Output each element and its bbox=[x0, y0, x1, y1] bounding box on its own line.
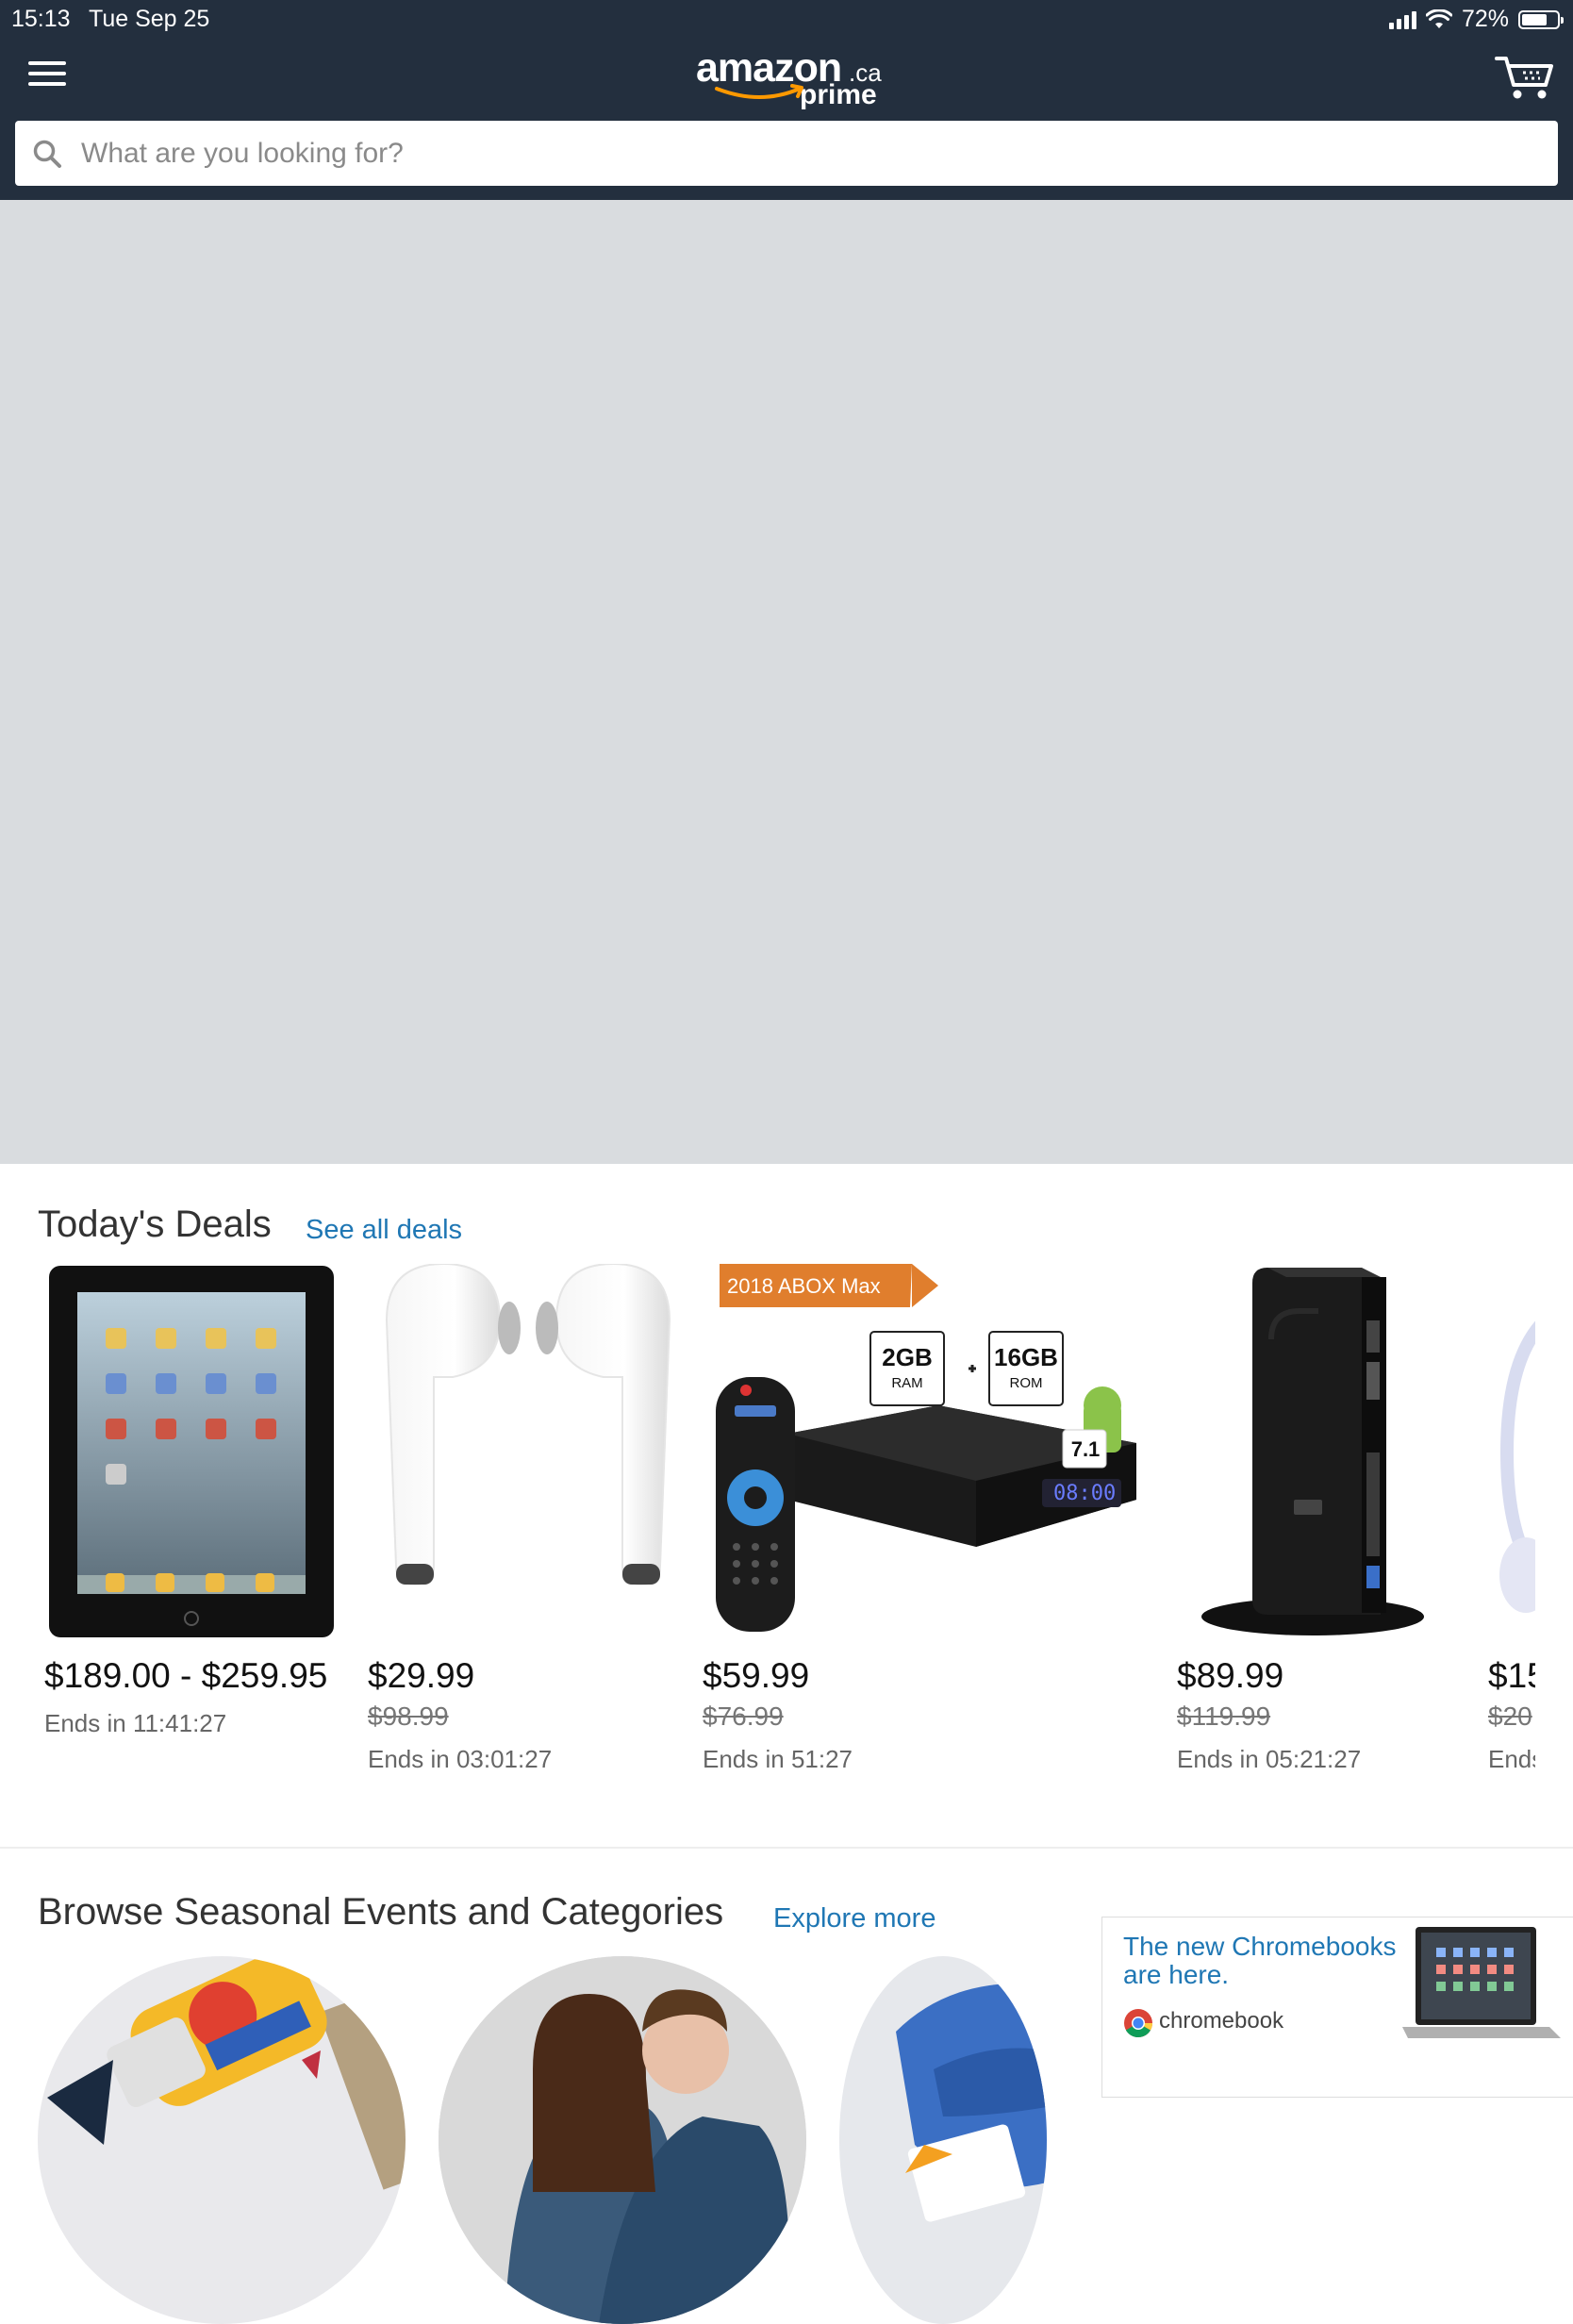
household-category-image bbox=[47, 1956, 406, 2190]
tv-box-badge: 2018 ABOX Max bbox=[727, 1274, 881, 1298]
tv-box-android-version: 7.1 bbox=[1070, 1437, 1101, 1461]
partial-product-image bbox=[1499, 1320, 1535, 1613]
status-time: 15:13 bbox=[11, 6, 71, 32]
top-nav-bar: 15:13 Tue Sep 25 72% amazon .ca prime bbox=[0, 0, 1573, 200]
deal-ends: Ends in 05:21:27 bbox=[1177, 1745, 1362, 1773]
category-circle-fashion[interactable] bbox=[439, 1956, 806, 2324]
back-to-school-category-image bbox=[896, 1983, 1047, 2222]
tv-box-rom: 16GB bbox=[994, 1343, 1058, 1371]
status-right: 72% bbox=[1388, 6, 1564, 33]
deal-price: $89.99 bbox=[1177, 1656, 1284, 1695]
deals-carousel[interactable]: $189.00 - $259.95 Ends in 11:41:27 $29.9… bbox=[0, 1254, 1535, 1820]
ad-headline: The new Chromebooks are here. bbox=[1123, 1932, 1397, 1989]
earbuds-product-image bbox=[385, 1264, 671, 1586]
tv-box-ram-label: RAM bbox=[891, 1375, 923, 1391]
ipad-product-image bbox=[49, 1266, 334, 1637]
tv-box-ram: 2GB bbox=[882, 1343, 933, 1371]
fashion-category-image bbox=[439, 1956, 806, 2324]
chromebook-laptop-image bbox=[1402, 1927, 1561, 2038]
deal-price: $15 bbox=[1488, 1656, 1535, 1695]
logo-prime: prime bbox=[800, 79, 877, 110]
cellular-signal-icon bbox=[1388, 10, 1416, 29]
deal-price: $189.00 - $259.95 bbox=[44, 1656, 328, 1695]
deal-was-price: $98.99 bbox=[368, 1702, 449, 1731]
hero-banner[interactable] bbox=[0, 200, 1573, 1164]
deal-ends: Ends in 51:27 bbox=[703, 1745, 853, 1773]
deal-was-price: $20 bbox=[1488, 1702, 1532, 1731]
status-bar: 15:13 Tue Sep 25 72% bbox=[0, 0, 1573, 38]
section-divider bbox=[0, 1847, 1573, 1849]
deal-was-price: $76.99 bbox=[703, 1702, 784, 1731]
deal-ends: Ends bbox=[1488, 1745, 1535, 1773]
tv-box-product-image: 2018 ABOX Max 2GB RAM 16GB ROM 7.1 08:00 bbox=[703, 1264, 1146, 1639]
search-icon bbox=[33, 140, 61, 168]
category-circle-back-to-school[interactable] bbox=[839, 1956, 1047, 2324]
amazon-prime-logo[interactable]: amazon .ca prime bbox=[696, 45, 885, 113]
tv-box-clock: 08:00 bbox=[1053, 1482, 1117, 1505]
docking-station-product-image bbox=[1201, 1268, 1424, 1635]
todays-deals-title: Today's Deals bbox=[38, 1204, 272, 1245]
deal-price: $29.99 bbox=[368, 1656, 475, 1695]
hamburger-menu-button[interactable] bbox=[28, 57, 66, 91]
explore-more-link[interactable]: Explore more bbox=[773, 1903, 936, 1934]
browse-seasonal-title: Browse Seasonal Events and Categories bbox=[38, 1891, 724, 1933]
chromebook-ad[interactable]: The new Chromebooks are here. chromebook bbox=[1101, 1917, 1573, 2098]
deal-price: $59.99 bbox=[703, 1656, 810, 1695]
see-all-deals-link[interactable]: See all deals bbox=[306, 1215, 462, 1246]
ad-brand: chromebook bbox=[1159, 2008, 1284, 2034]
deal-ends: Ends in 03:01:27 bbox=[368, 1745, 553, 1773]
tv-box-rom-label: ROM bbox=[1009, 1375, 1043, 1391]
deal-was-price: $119.99 bbox=[1177, 1702, 1271, 1731]
cart-icon bbox=[1495, 57, 1553, 99]
search-input[interactable] bbox=[79, 136, 1498, 171]
logo-smile-icon bbox=[715, 84, 803, 99]
category-circle-household[interactable] bbox=[38, 1956, 406, 2324]
battery-icon bbox=[1518, 9, 1564, 29]
deal-ends: Ends in 11:41:27 bbox=[44, 1709, 227, 1737]
search-bar[interactable] bbox=[15, 121, 1558, 186]
status-date: Tue Sep 25 bbox=[89, 6, 210, 32]
wifi-icon bbox=[1425, 8, 1452, 28]
cart-button[interactable] bbox=[1495, 53, 1555, 102]
chrome-logo-icon bbox=[1124, 2009, 1152, 2038]
battery-percent: 72% bbox=[1461, 6, 1509, 32]
